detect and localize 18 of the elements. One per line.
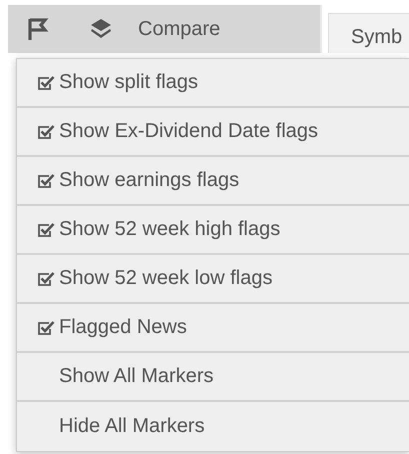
menu-item[interactable]: Show 52 week low flags	[17, 255, 409, 304]
checked-checkbox-icon[interactable]	[37, 270, 55, 286]
checked-checkbox-icon[interactable]	[37, 172, 55, 188]
checked-checkbox-icon[interactable]	[37, 124, 55, 140]
checked-checkbox-icon[interactable]	[37, 74, 55, 90]
menu-item[interactable]: Show All Markers	[17, 353, 409, 402]
layers-icon[interactable]	[90, 18, 112, 40]
flag-icon[interactable]	[27, 17, 49, 41]
checked-checkbox-icon[interactable]	[37, 320, 55, 336]
menu-item[interactable]: Hide All Markers	[17, 402, 409, 451]
menu-item[interactable]: Show 52 week high flags	[17, 206, 409, 255]
menu-item[interactable]: Show Ex-Dividend Date flags	[17, 108, 409, 157]
menu-item[interactable]: Show split flags	[17, 59, 409, 108]
compare-button[interactable]: Compare	[138, 18, 220, 40]
checked-checkbox-icon[interactable]	[37, 222, 55, 238]
menu-item[interactable]: Flagged News	[17, 304, 409, 353]
menu-item[interactable]: Show earnings flags	[17, 157, 409, 206]
symbol-tab[interactable]: Symb	[328, 13, 409, 53]
